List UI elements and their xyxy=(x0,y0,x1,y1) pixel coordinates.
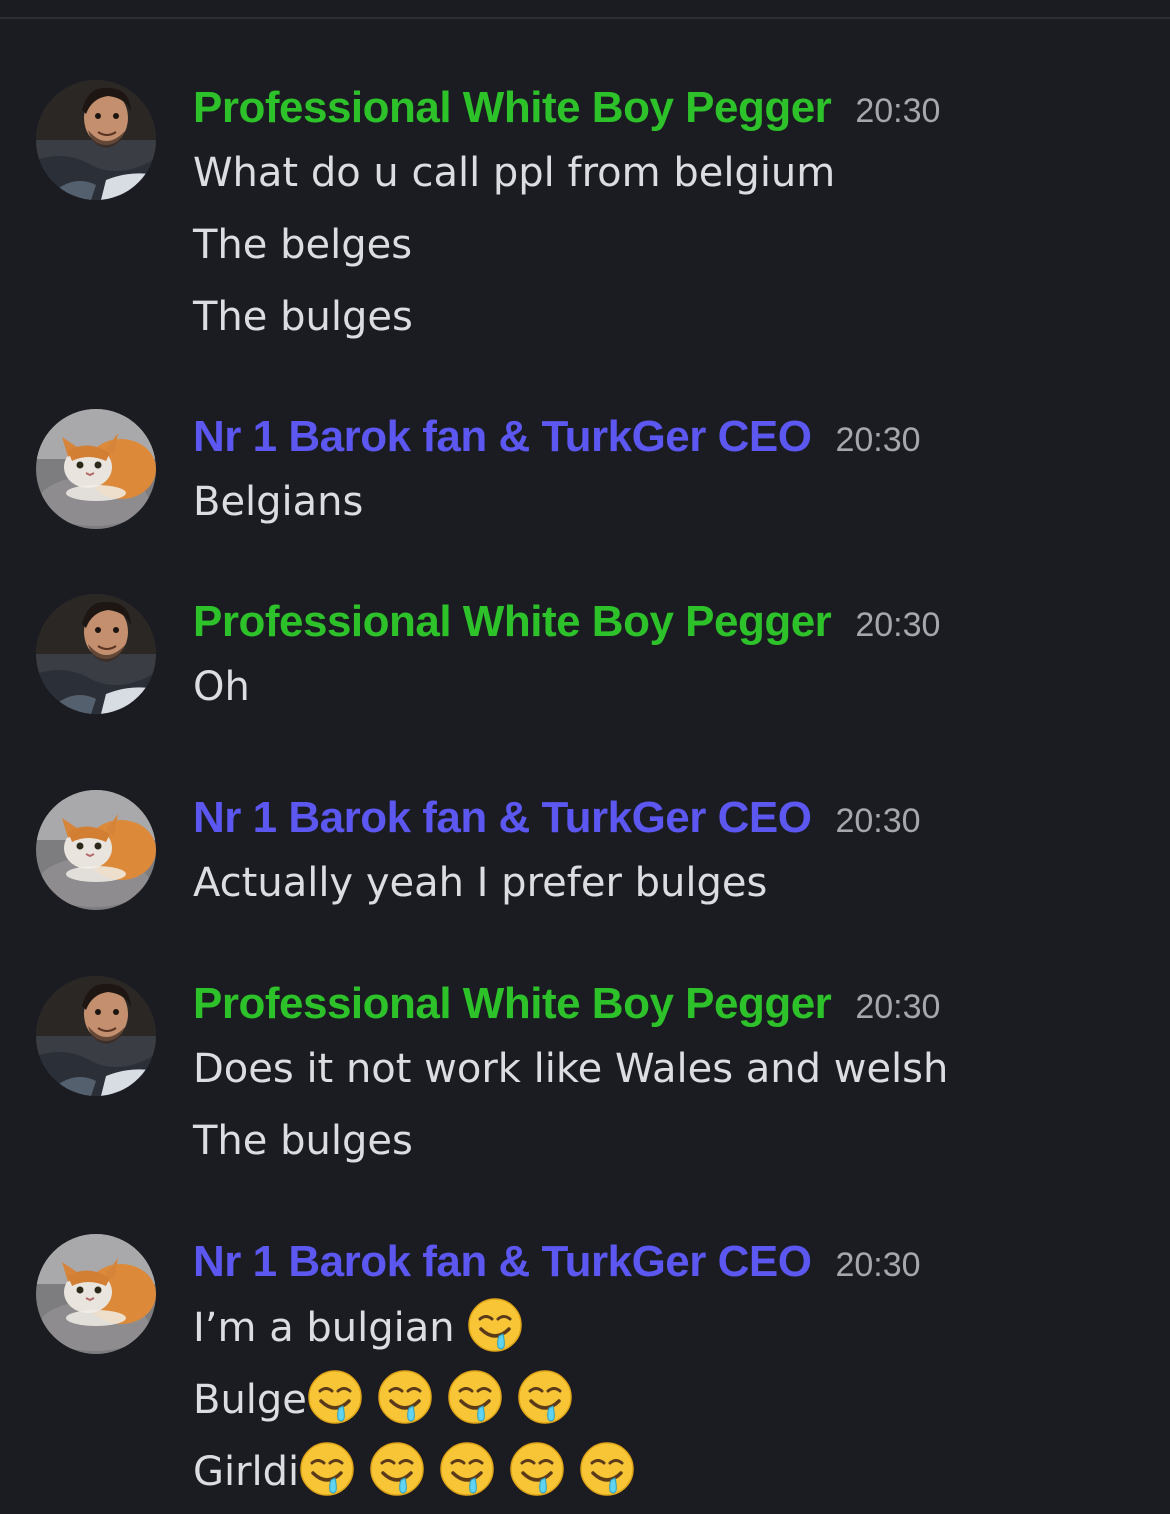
message-line-text: Girldi xyxy=(193,1449,300,1495)
message-text: Actually yeah I prefer bulges xyxy=(193,853,767,913)
message-line-text: Actually yeah I prefer bulges xyxy=(193,860,768,906)
drooling-face-icon xyxy=(307,1369,363,1425)
author-name[interactable]: Nr 1 Barok fan & TurkGer CEO xyxy=(193,1237,812,1286)
author-name[interactable]: Nr 1 Barok fan & TurkGer CEO xyxy=(193,793,812,842)
drooling-face-icon xyxy=(467,1297,523,1353)
message-line-text: The bulges xyxy=(193,294,413,340)
message-line-text: The bulges xyxy=(193,1118,413,1164)
message-text: The bulges xyxy=(193,1111,413,1171)
man-avatar[interactable] xyxy=(36,594,156,714)
man-avatar[interactable] xyxy=(36,80,156,200)
timestamp: 20:30 xyxy=(835,1246,921,1284)
message-text: Oh xyxy=(193,657,250,717)
message-header: Nr 1 Barok fan & TurkGer CEO 20:30 xyxy=(193,1234,921,1290)
timestamp: 20:30 xyxy=(835,421,921,459)
message-line-text: Oh xyxy=(193,664,250,710)
cat-avatar[interactable] xyxy=(36,790,156,910)
top-divider xyxy=(0,17,1170,19)
message-line-text: Does it not work like Wales and welsh xyxy=(193,1046,949,1092)
message-text: Bulge xyxy=(193,1369,573,1429)
drooling-face-icon xyxy=(299,1441,355,1497)
message-line-text: Belgians xyxy=(193,479,364,525)
message-line-text: Bulge xyxy=(193,1377,307,1423)
message-text: I’m a bulgian xyxy=(193,1297,523,1357)
author-name[interactable]: Professional White Boy Pegger xyxy=(193,979,832,1028)
author-name[interactable]: Nr 1 Barok fan & TurkGer CEO xyxy=(193,412,812,461)
drooling-face-icon xyxy=(579,1441,635,1497)
drooling-face-icon xyxy=(517,1369,573,1425)
drooling-face-icon xyxy=(447,1369,503,1425)
drooling-face-icon xyxy=(509,1441,565,1497)
message-text: Girldi xyxy=(193,1441,635,1501)
cat-avatar[interactable] xyxy=(36,1234,156,1354)
timestamp: 20:30 xyxy=(835,802,921,840)
drooling-face-icon xyxy=(439,1441,495,1497)
message-text: Does it not work like Wales and welsh xyxy=(193,1039,948,1099)
message-text: What do u call ppl from belgium xyxy=(193,143,835,203)
message-line-text: I’m a bulgian xyxy=(193,1305,468,1351)
drooling-face-icon xyxy=(377,1369,433,1425)
man-avatar[interactable] xyxy=(36,976,156,1096)
message-header: Nr 1 Barok fan & TurkGer CEO 20:30 xyxy=(193,409,921,465)
message-text: The belges xyxy=(193,215,412,275)
message-line-text: What do u call ppl from belgium xyxy=(193,150,836,196)
author-name[interactable]: Professional White Boy Pegger xyxy=(193,597,832,646)
message-header: Professional White Boy Pegger 20:30 xyxy=(193,976,940,1032)
message-text: Belgians xyxy=(193,472,363,532)
message-header: Nr 1 Barok fan & TurkGer CEO 20:30 xyxy=(193,790,921,846)
message-header: Professional White Boy Pegger 20:30 xyxy=(193,594,940,650)
timestamp: 20:30 xyxy=(855,92,941,130)
cat-avatar[interactable] xyxy=(36,409,156,529)
author-name[interactable]: Professional White Boy Pegger xyxy=(193,83,832,132)
timestamp: 20:30 xyxy=(855,988,941,1026)
message-text: The bulges xyxy=(193,287,413,347)
message-header: Professional White Boy Pegger 20:30 xyxy=(193,80,940,136)
message-line-text: The belges xyxy=(193,222,413,268)
drooling-face-icon xyxy=(369,1441,425,1497)
timestamp: 20:30 xyxy=(855,606,941,644)
